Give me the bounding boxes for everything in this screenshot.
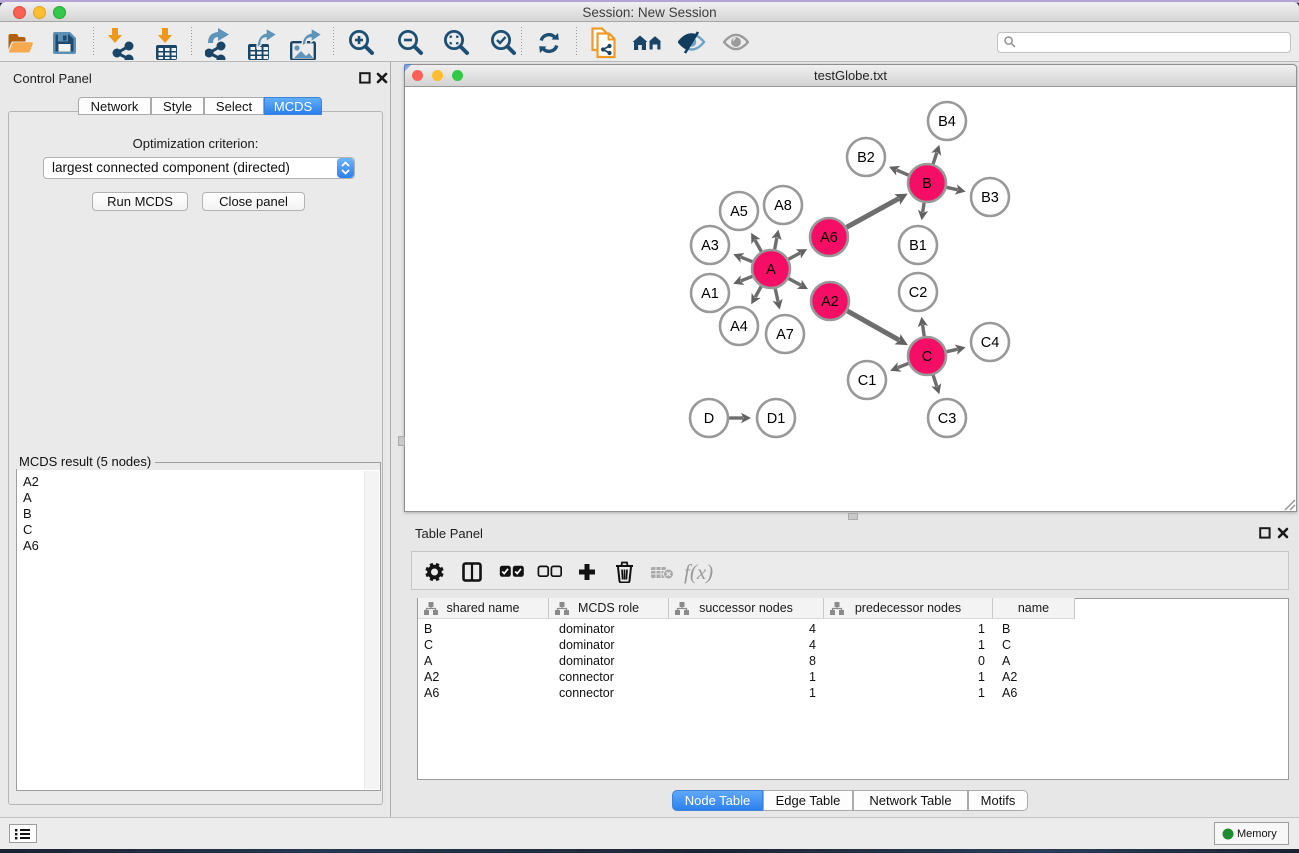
svg-text:C: C [922, 349, 932, 365]
svg-text:A5: A5 [730, 204, 748, 220]
svg-text:A: A [766, 262, 776, 278]
svg-text:C3: C3 [938, 411, 957, 427]
svg-text:B1: B1 [909, 238, 927, 254]
svg-text:B3: B3 [981, 190, 999, 206]
svg-text:B: B [922, 176, 932, 192]
svg-text:A8: A8 [774, 198, 792, 214]
svg-text:B2: B2 [857, 150, 875, 166]
svg-text:A7: A7 [776, 327, 794, 343]
svg-text:C1: C1 [858, 373, 877, 389]
svg-text:A3: A3 [701, 238, 719, 254]
svg-text:D: D [704, 411, 714, 427]
svg-text:A4: A4 [730, 319, 748, 335]
svg-text:A1: A1 [701, 286, 719, 302]
svg-text:B4: B4 [938, 114, 956, 130]
svg-text:C4: C4 [981, 335, 1000, 351]
svg-text:A2: A2 [821, 294, 839, 310]
svg-text:D1: D1 [767, 411, 786, 427]
svg-text:A6: A6 [820, 230, 838, 246]
svg-text:C2: C2 [909, 285, 928, 301]
